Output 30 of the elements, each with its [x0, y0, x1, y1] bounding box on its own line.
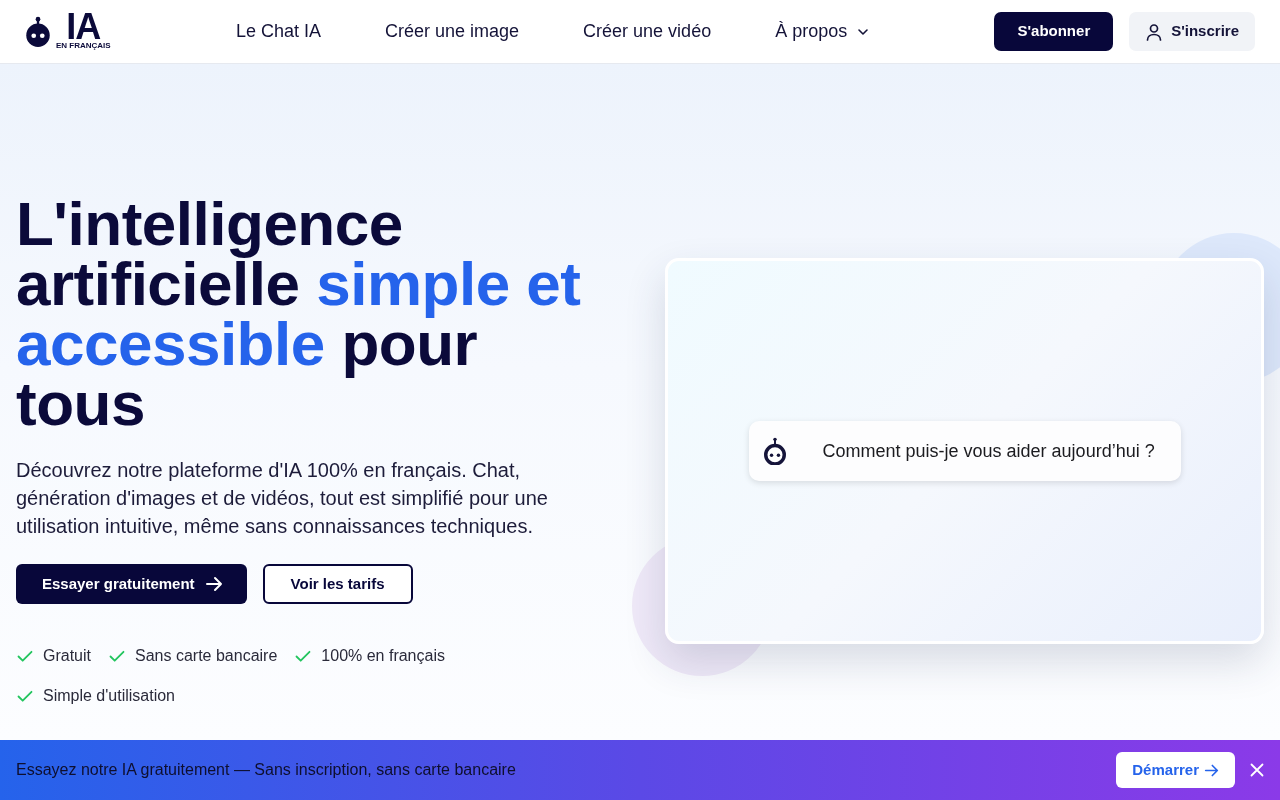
feature-text: Simple d'utilisation [43, 686, 175, 706]
logo-tagline: EN FRANÇAIS [56, 41, 111, 50]
check-icon [109, 648, 125, 664]
feature-text: 100% en français [321, 646, 445, 666]
try-free-button[interactable]: Essayer gratuitement [16, 564, 247, 604]
close-icon [1250, 763, 1264, 777]
signup-button[interactable]: S'inscrire [1129, 12, 1255, 51]
feature-text: Sans carte bancaire [135, 646, 278, 666]
check-icon [17, 688, 33, 704]
arrow-right-icon [204, 575, 223, 593]
nav-link[interactable]: Créer une image [385, 18, 520, 45]
hero-description: Découvrez notre plateforme d'IA 100% en français. Chat, génération d'images et de vidéos, tout est simplifié pour une utilisation intuitive, même sans connaissances techniques. [16, 458, 549, 539]
close-button[interactable] [1250, 763, 1264, 777]
nav-dropdown[interactable]: À propos [775, 18, 870, 45]
chat-message: Comment puis-je vous aider aujourd’hui ? [822, 439, 1155, 463]
arrow-right-icon [1204, 762, 1219, 778]
person-icon [1145, 22, 1164, 41]
robot-head-icon [24, 15, 52, 48]
logo[interactable]: IA EN FRANÇAIS [24, 13, 111, 50]
nav-link[interactable]: Le Chat IA [235, 18, 321, 45]
start-button[interactable]: Démarrer [1116, 752, 1235, 788]
promo-text: Essayez notre IA gratuitement — Sans inscription, sans carte bancaire [16, 760, 516, 780]
logo-wordmark: IA [66, 13, 101, 41]
subscribe-button[interactable]: S'abonner [994, 12, 1114, 51]
hero-headline: L'intelligence artificielle simple et accessible pour tous [16, 194, 582, 434]
feature-text: Gratuit [43, 646, 91, 666]
check-icon [295, 648, 312, 664]
nav-link[interactable]: Créer une vidéo [583, 18, 712, 45]
check-icon [17, 648, 33, 664]
pricing-button[interactable]: Voir les tarifs [262, 564, 413, 604]
